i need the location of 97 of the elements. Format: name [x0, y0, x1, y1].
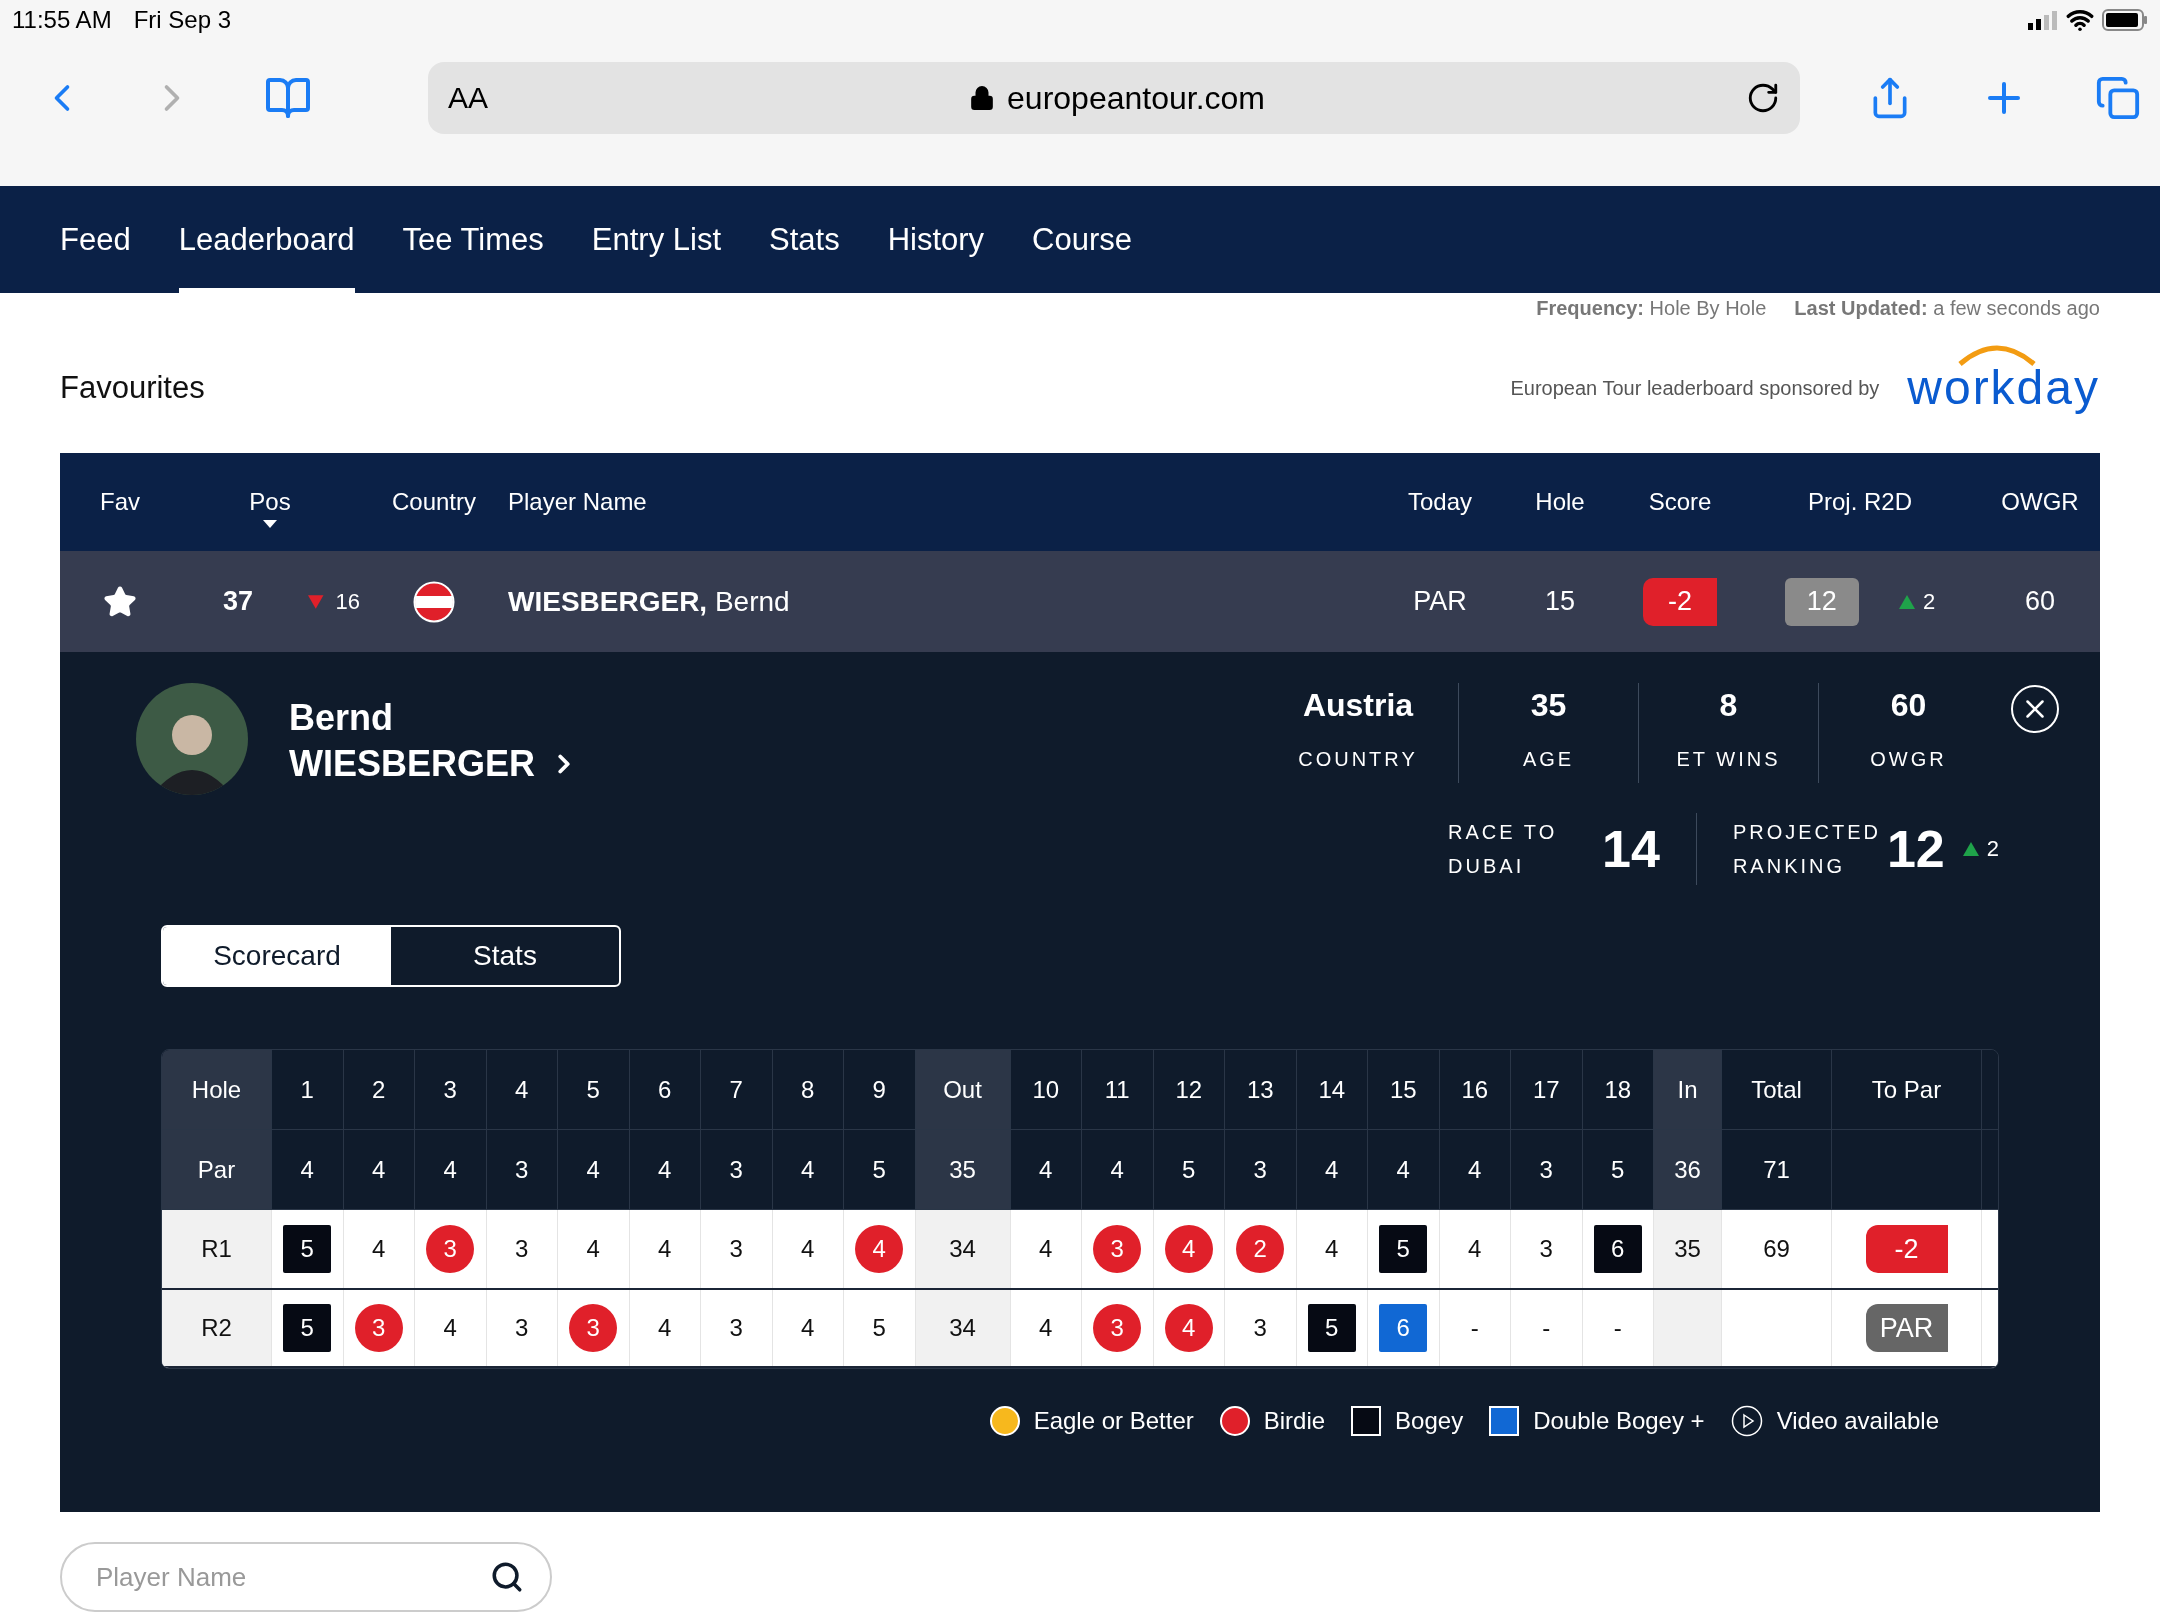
stat-label: OWGR: [1870, 748, 1947, 771]
legend-label: Bogey: [1395, 1407, 1464, 1435]
logo-arc-icon: [1957, 344, 2038, 366]
column-header[interactable]: Score: [1648, 488, 1712, 516]
signal-icon: [2028, 10, 2058, 30]
address-bar[interactable]: AA europeantour.com: [428, 62, 1800, 134]
race-to-dubai-value: 14: [1602, 819, 1660, 879]
table-cell: 36: [1654, 1130, 1722, 1209]
flag-icon: [413, 580, 455, 623]
legend-label: Video available: [1776, 1407, 1939, 1435]
nav-tab[interactable]: Leaderboard: [178, 186, 355, 293]
stat-value: 35: [1530, 687, 1567, 724]
column-header[interactable]: Today: [1407, 488, 1472, 516]
table-cell: 34: [915, 1290, 1011, 1366]
row-header: Par: [162, 1130, 272, 1209]
birdie-score: 3: [354, 1304, 403, 1352]
bogey-score: 5: [283, 1225, 332, 1273]
position-text: 37: [223, 586, 254, 617]
birdie-score: 4: [1164, 1304, 1213, 1352]
row-header: Hole: [162, 1050, 272, 1129]
birdie-score: 4: [1164, 1225, 1213, 1273]
race-to-dubai-label: RACE TO DUBAI: [1448, 820, 1559, 879]
bogey-score: 5: [283, 1304, 332, 1352]
legend-label: Eagle or Better: [1033, 1407, 1194, 1435]
column-header[interactable]: Proj. R2D: [1808, 488, 1912, 516]
column-header[interactable]: Player Name: [508, 488, 647, 516]
player-first-name: Bernd: [289, 696, 394, 740]
nav-tab[interactable]: Feed: [60, 186, 131, 293]
stat-value: Austria: [1302, 687, 1414, 724]
stat-label: COUNTRY: [1298, 748, 1418, 771]
player-name[interactable]: WIESBERGER, Bernd: [508, 585, 790, 618]
to-par-badge: PAR: [1865, 1304, 1948, 1352]
projected-ranking-movement: 2: [1986, 836, 1999, 862]
column-header[interactable]: Fav: [100, 488, 140, 516]
tabs-icon[interactable]: [2095, 75, 2141, 121]
column-header[interactable]: Country: [391, 488, 476, 516]
bogey-score: 5: [1307, 1304, 1356, 1352]
stat-label: AGE: [1522, 748, 1575, 771]
today-score: PAR: [1413, 586, 1467, 617]
player-row[interactable]: 37 16 WIESBERGER, Bernd PAR 15 -2 12 2 60: [60, 551, 2100, 652]
nav-tab[interactable]: Entry List: [591, 186, 721, 293]
search-field[interactable]: Player Name: [60, 1542, 552, 1612]
projected-badge: 12: [1784, 577, 1859, 626]
projected-movement: 2: [1922, 588, 1936, 615]
sort-caret-icon: [263, 520, 277, 528]
lock-icon: [969, 85, 996, 111]
table-cell: In: [1654, 1050, 1722, 1129]
table-cell: 35: [1654, 1210, 1722, 1288]
table-cell: Out: [915, 1050, 1011, 1129]
player-last-name[interactable]: WIESBERGER: [289, 741, 536, 787]
row-header: R1: [162, 1210, 272, 1288]
view-tab[interactable]: Stats: [391, 927, 619, 985]
row-header: R2: [162, 1290, 272, 1366]
legend-label: Birdie: [1263, 1407, 1326, 1435]
nav-tab[interactable]: Course: [1032, 186, 1133, 293]
column-header[interactable]: OWGR: [2001, 488, 2079, 516]
hole-number: 15: [1544, 586, 1575, 617]
birdie-score: 4: [855, 1225, 904, 1273]
status-date: Fri Sep 3: [133, 6, 231, 34]
table-cell: 34: [915, 1210, 1011, 1288]
double-bogey-score: 6: [1379, 1304, 1428, 1352]
stat-value: 60: [1890, 687, 1927, 724]
score-badge: -2: [1643, 577, 1717, 626]
birdie-score: 3: [426, 1225, 475, 1273]
movement-text: 16: [335, 588, 360, 615]
column-header[interactable]: Hole: [1535, 488, 1585, 516]
birdie-score: 3: [1093, 1304, 1142, 1352]
sponsor-logo: workday: [1907, 364, 2100, 412]
nav-tab[interactable]: Stats: [769, 186, 840, 293]
column-header[interactable]: Pos: [249, 488, 291, 528]
nav-tab[interactable]: History: [887, 186, 985, 293]
sponsor-text: European Tour leaderboard sponsored by: [1510, 376, 1880, 400]
search-icon: [490, 1560, 524, 1594]
reload-icon[interactable]: [1746, 81, 1780, 115]
favourite-star-icon[interactable]: [103, 584, 137, 619]
update-frequency: Frequency: Hole By Hole: [1536, 297, 1767, 321]
last-updated: Last Updated: a few seconds ago: [1794, 297, 2100, 321]
view-tab[interactable]: Scorecard: [163, 927, 391, 985]
status-time: 11:55 AM: [12, 6, 112, 34]
stat-value: 8: [1719, 687, 1738, 724]
bogey-score: 5: [1379, 1225, 1428, 1273]
table-cell: 35: [915, 1130, 1011, 1209]
legend-label: Double Bogey +: [1533, 1407, 1705, 1435]
url-text: europeantour.com: [1007, 79, 1265, 117]
to-par-badge: -2: [1865, 1225, 1948, 1273]
text-size-button[interactable]: AA: [448, 81, 489, 115]
birdie-score: 3: [1093, 1225, 1142, 1273]
birdie-score: 3: [569, 1304, 618, 1352]
nav-tab[interactable]: Tee Times: [402, 186, 544, 293]
birdie-score: 2: [1236, 1225, 1285, 1273]
close-button[interactable]: [2011, 685, 2059, 733]
section-title: Favourites: [60, 370, 205, 406]
owgr-text: 60: [2024, 586, 2055, 617]
bogey-score: 6: [1593, 1225, 1642, 1273]
battery-icon: [2102, 9, 2148, 31]
projected-ranking-value: 12: [1886, 819, 1945, 879]
stat-label: ET WINS: [1676, 748, 1781, 771]
